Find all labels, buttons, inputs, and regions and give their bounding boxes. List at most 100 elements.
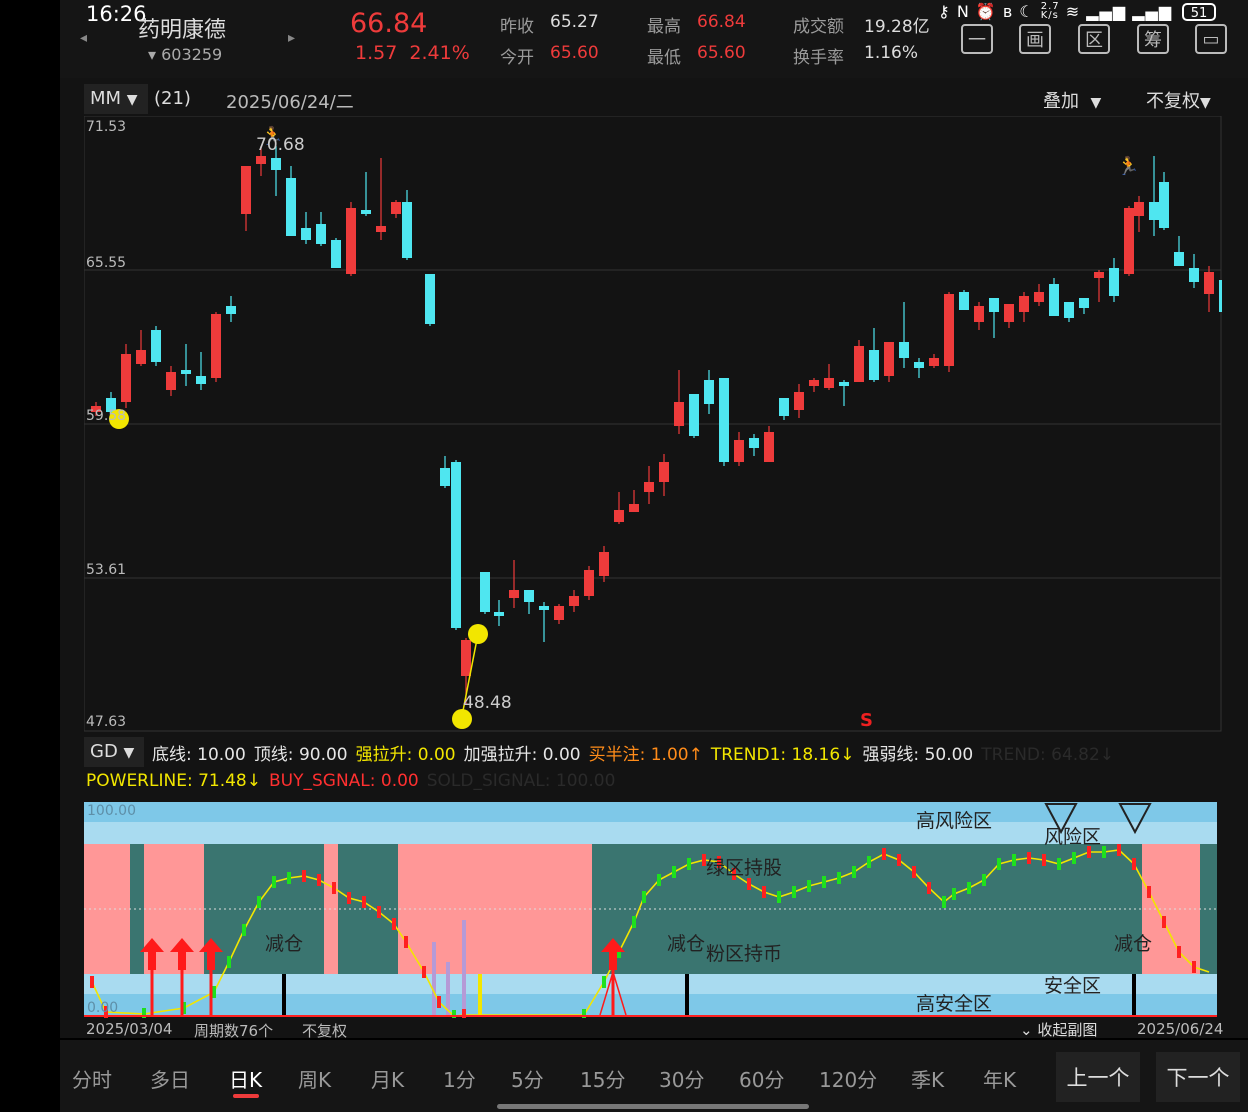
candle-body bbox=[824, 378, 834, 388]
candle-body bbox=[509, 590, 519, 598]
zone-green-hold-label: 绿区持股 bbox=[706, 857, 783, 879]
tab-5[interactable]: 1分 bbox=[443, 1064, 476, 1093]
indicator-values-line2: POWERLINE: 71.48↓ BUY_SGNAL: 0.00 SOLD_SIG… bbox=[86, 771, 623, 791]
nfc-icon: N bbox=[956, 2, 970, 21]
trend-dot bbox=[982, 874, 986, 886]
trend-dot bbox=[362, 896, 366, 908]
tab-7[interactable]: 15分 bbox=[580, 1064, 625, 1093]
trend-dot bbox=[212, 986, 216, 998]
stock-name[interactable]: 药明康德 bbox=[138, 12, 226, 44]
tab-2[interactable]: 日K bbox=[229, 1064, 262, 1093]
candle-body bbox=[181, 370, 191, 374]
prev-stock-arrow-icon[interactable]: ◂ bbox=[80, 30, 87, 46]
candle-body bbox=[599, 552, 609, 576]
adjust-button[interactable]: 不复权▼ bbox=[1146, 87, 1211, 113]
prev-stock-button[interactable]: 上一个 bbox=[1056, 1052, 1140, 1102]
stock-code[interactable]: ▾ 603259 bbox=[148, 45, 222, 64]
sub-axis-top: 100.00 bbox=[87, 803, 136, 819]
battery-icon: 51 bbox=[1182, 3, 1216, 21]
candle-body bbox=[554, 606, 564, 620]
tab-8[interactable]: 30分 bbox=[659, 1064, 704, 1093]
candle-body bbox=[839, 382, 849, 386]
candle-body bbox=[779, 398, 789, 416]
trend-dot bbox=[302, 870, 306, 882]
start-date: 2025/03/04 bbox=[86, 1020, 173, 1038]
candle-body bbox=[316, 224, 326, 244]
sub-indicator-select[interactable]: GD ▼ bbox=[84, 737, 144, 767]
change-percent: 2.41% bbox=[409, 42, 470, 64]
price-change: 1.57 2.41% bbox=[355, 42, 470, 64]
candle-body bbox=[346, 208, 356, 274]
zone-reduce-label-3: 减仓 bbox=[1114, 933, 1153, 955]
signal2-icon: ▂▄▆ bbox=[1132, 2, 1173, 21]
candle-body bbox=[1159, 182, 1169, 228]
y-axis-mid3: 53.61 bbox=[86, 562, 127, 578]
moon-icon: ☾ bbox=[1019, 2, 1035, 21]
adjust-label: 不复权 bbox=[1146, 91, 1200, 112]
wifi-icon: ≋ bbox=[1065, 2, 1081, 21]
collapse-sub-chart-button[interactable]: ⌄ 收起副图 bbox=[1020, 1019, 1097, 1040]
draw-icon[interactable]: 画 bbox=[1019, 24, 1051, 54]
next-stock-arrow-icon[interactable]: ▸ bbox=[288, 30, 295, 46]
tab-0[interactable]: 分时 bbox=[72, 1064, 112, 1093]
minus-glyph: 一 bbox=[968, 30, 986, 51]
dropdown-triangle-icon: ▼ bbox=[126, 92, 138, 108]
tab-1[interactable]: 多日 bbox=[150, 1064, 190, 1093]
candle-body bbox=[929, 358, 939, 366]
candle-body bbox=[659, 462, 669, 482]
candle-body bbox=[899, 342, 909, 358]
next-stock-button[interactable]: 下一个 bbox=[1156, 1052, 1240, 1102]
candle-body bbox=[1094, 272, 1104, 278]
signal-icon: ▂▄▆ bbox=[1086, 2, 1127, 21]
candle-body bbox=[749, 438, 759, 448]
chip-icon[interactable]: 筹 bbox=[1137, 24, 1169, 54]
trend-dot bbox=[882, 848, 886, 860]
candle-body bbox=[959, 292, 969, 310]
tab-4[interactable]: 月K bbox=[371, 1064, 404, 1093]
candle-body bbox=[211, 314, 221, 378]
multi-window-icon[interactable]: ▭ bbox=[1195, 24, 1227, 54]
tab-12[interactable]: 年K bbox=[983, 1064, 1016, 1093]
candle-body bbox=[884, 342, 894, 376]
candle-body bbox=[461, 640, 471, 676]
tab-10[interactable]: 120分 bbox=[819, 1064, 877, 1093]
multi-window-glyph: ▭ bbox=[1202, 28, 1220, 50]
range-icon[interactable]: 区 bbox=[1078, 24, 1110, 54]
candlestick-chart[interactable]: 🏃 🏃 bbox=[84, 116, 1222, 732]
low-price-mark: 48.48 bbox=[463, 693, 512, 713]
candle-body bbox=[1064, 302, 1074, 318]
tab-3[interactable]: 周K bbox=[298, 1064, 331, 1093]
minus-icon[interactable]: 一 bbox=[961, 24, 993, 54]
active-tab-indicator bbox=[233, 1094, 259, 1098]
trend-dot bbox=[762, 886, 766, 898]
trend-dot bbox=[392, 918, 396, 930]
runner-icon: 🏃 bbox=[1117, 155, 1139, 177]
tab-6[interactable]: 5分 bbox=[511, 1064, 544, 1093]
y-axis-mid1: 65.55 bbox=[86, 255, 127, 271]
tab-9[interactable]: 60分 bbox=[739, 1064, 784, 1093]
trend-dot bbox=[967, 882, 971, 894]
dropdown-triangle-icon: ▼ bbox=[1090, 95, 1102, 111]
candle-body bbox=[1034, 292, 1044, 302]
candle-body bbox=[440, 468, 450, 486]
tab-11[interactable]: 季K bbox=[911, 1064, 944, 1093]
indicator-value: 底线: 10.00 bbox=[152, 745, 246, 765]
candle-body bbox=[614, 510, 624, 522]
trend-dot bbox=[1132, 858, 1136, 870]
y-axis-mid2: 59.58 bbox=[86, 408, 127, 424]
dropdown-triangle-icon: ▾ bbox=[148, 45, 162, 64]
candle-body bbox=[121, 354, 131, 402]
overlay-button[interactable]: 叠加 ▼ bbox=[1043, 87, 1101, 113]
indicator-select[interactable]: MM ▼ bbox=[84, 84, 148, 114]
candle-body bbox=[1149, 202, 1159, 220]
trend-dot bbox=[897, 854, 901, 866]
change-value: 1.57 bbox=[355, 42, 398, 64]
dropdown-triangle-icon: ▼ bbox=[123, 745, 135, 761]
left-strip bbox=[0, 0, 60, 1112]
trend-dot bbox=[657, 874, 661, 886]
indicator-value: POWERLINE: 71.48↓ bbox=[86, 771, 261, 791]
low-value: 65.60 bbox=[697, 43, 746, 63]
candle-body bbox=[764, 432, 774, 462]
candle-body bbox=[539, 606, 549, 610]
end-date: 2025/06/24 bbox=[1137, 1020, 1224, 1038]
